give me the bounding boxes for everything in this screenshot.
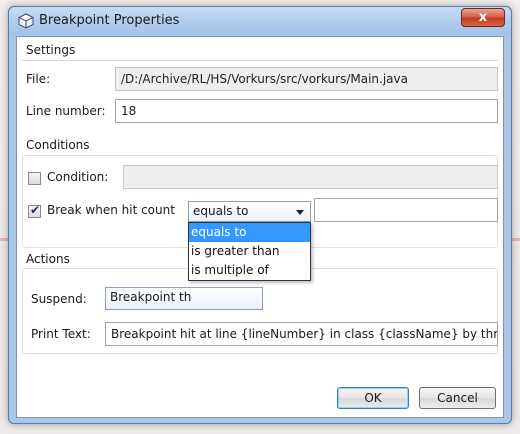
title-bar[interactable]: Breakpoint Properties x xyxy=(9,7,511,35)
hit-count-checkbox[interactable]: ✔ xyxy=(28,203,41,218)
dialog-title: Breakpoint Properties xyxy=(39,13,180,28)
cancel-button[interactable]: Cancel xyxy=(419,387,496,409)
ok-button[interactable]: OK xyxy=(337,387,409,409)
condition-checkbox[interactable] xyxy=(28,172,41,185)
breakpoint-properties-dialog: Breakpoint Properties x Settings File: /… xyxy=(8,6,512,424)
hit-count-mode-value: equals to xyxy=(193,204,249,218)
settings-section-label: Settings xyxy=(26,43,76,57)
chevron-down-icon xyxy=(296,210,304,215)
suspend-select[interactable]: Breakpoint th xyxy=(105,287,263,310)
actions-section-label: Actions xyxy=(26,252,70,266)
dropdown-option-greater-than[interactable]: is greater than xyxy=(189,242,310,261)
file-label: File: xyxy=(26,72,51,86)
cube-icon xyxy=(18,13,34,29)
conditions-section-label: Conditions xyxy=(26,138,90,152)
condition-label: Condition: xyxy=(47,170,109,184)
close-icon: x xyxy=(478,10,488,25)
print-text-field[interactable]: Breakpoint hit at line {lineNumber} in c… xyxy=(105,322,498,346)
file-field[interactable]: /D:/Archive/RL/HS/Vorkurs/src/vorkurs/Ma… xyxy=(115,67,498,91)
print-text-label: Print Text: xyxy=(31,327,91,341)
close-button[interactable]: x xyxy=(461,8,505,27)
suspend-value: Breakpoint th xyxy=(110,290,192,304)
hit-count-field[interactable] xyxy=(314,198,498,222)
suspend-label: Suspend: xyxy=(31,292,87,306)
settings-divider xyxy=(22,60,498,61)
condition-field[interactable] xyxy=(123,165,498,189)
line-number-field[interactable]: 18 xyxy=(115,99,498,123)
hit-count-mode-select[interactable]: equals to xyxy=(188,201,311,222)
line-number-label: Line number: xyxy=(26,104,106,118)
hit-count-label: Break when hit count xyxy=(47,203,175,217)
hit-count-mode-dropdown: equals to is greater than is multiple of xyxy=(188,222,311,281)
checkmark-icon: ✔ xyxy=(30,203,41,217)
dropdown-option-equals-to[interactable]: equals to xyxy=(189,223,310,242)
dropdown-option-multiple-of[interactable]: is multiple of xyxy=(189,261,310,280)
dialog-content: Settings File: /D:/Archive/RL/HS/Vorkurs… xyxy=(16,36,504,418)
